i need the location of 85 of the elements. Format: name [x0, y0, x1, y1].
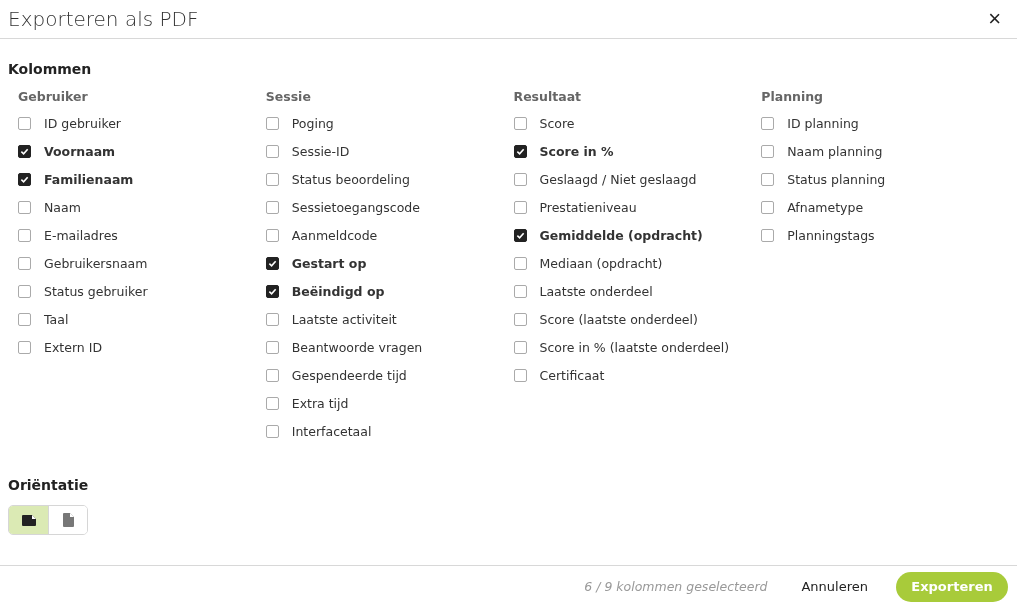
landscape-page-icon — [21, 514, 36, 526]
checkbox-label: Sessietoegangscode — [291, 199, 420, 215]
group-title: Resultaat — [513, 89, 583, 105]
checkbox[interactable] — [265, 200, 279, 214]
checkbox[interactable] — [513, 172, 527, 186]
checkbox[interactable] — [513, 284, 527, 298]
checkbox[interactable] — [18, 284, 31, 298]
checkbox-label: Poging — [291, 115, 334, 131]
checkbox[interactable] — [265, 256, 279, 270]
checkbox-label: Score in % (laatste onderdeel) — [539, 339, 730, 355]
checkbox-label: Status gebruiker — [44, 283, 148, 299]
checkbox[interactable] — [265, 144, 279, 158]
checkbox-label: Beëindigd op — [291, 283, 385, 299]
checkbox-label: Gemiddelde (opdracht) — [539, 227, 703, 243]
checkbox[interactable] — [513, 256, 527, 270]
checkbox[interactable] — [18, 144, 31, 158]
close-button[interactable]: × — [984, 8, 1005, 30]
checkbox[interactable] — [18, 256, 31, 270]
checkbox-label: Gebruikersnaam — [44, 255, 148, 271]
checkbox[interactable] — [265, 172, 279, 186]
checkbox-label: Voornaam — [44, 143, 116, 159]
group-title: Planning — [761, 89, 825, 105]
checkbox[interactable] — [513, 340, 527, 354]
checkbox[interactable] — [18, 172, 31, 186]
group-title: Gebruiker — [18, 89, 89, 105]
checkbox[interactable] — [265, 396, 279, 410]
section-heading: Oriëntatie — [8, 477, 90, 493]
checkbox[interactable] — [265, 340, 279, 354]
checkbox-label: E-mailadres — [44, 227, 118, 243]
checkbox[interactable] — [513, 228, 527, 242]
group-title: Sessie — [265, 89, 312, 105]
checkbox-label: Laatste onderdeel — [539, 283, 653, 299]
cancel-button[interactable]: Annuleren — [795, 578, 874, 595]
checkbox[interactable] — [513, 200, 527, 214]
checkbox-label: Score in % — [539, 143, 614, 159]
checkbox-label: Naam planning — [787, 143, 883, 159]
checkbox-label: Planningstags — [787, 227, 875, 243]
checkbox[interactable] — [761, 200, 775, 214]
checkbox-label: ID gebruiker — [44, 115, 121, 131]
checkbox-label: Status beoordeling — [291, 171, 410, 187]
checkbox-label: Geslaagd / Niet geslaagd — [539, 171, 697, 187]
checkbox[interactable] — [265, 284, 279, 298]
checkbox[interactable] — [761, 116, 775, 130]
checkbox[interactable] — [513, 368, 527, 382]
checkbox[interactable] — [513, 116, 527, 130]
checkbox-label: Status planning — [787, 171, 886, 187]
checkbox[interactable] — [265, 312, 279, 326]
checkbox-label: Prestatieniveau — [539, 199, 637, 215]
checkbox[interactable] — [18, 312, 31, 326]
section-heading: Kolommen — [8, 61, 93, 77]
checkbox-label: Naam — [44, 199, 81, 215]
checkbox[interactable] — [18, 116, 31, 130]
checkbox-label: Aanmeldcode — [291, 227, 378, 243]
checkbox[interactable] — [761, 144, 775, 158]
checkbox-label: Score (laatste onderdeel) — [539, 311, 698, 327]
checkbox-label: Beantwoorde vragen — [291, 339, 423, 355]
checkbox-label: Score — [539, 115, 575, 131]
portrait-page-icon — [62, 513, 74, 527]
checkbox[interactable] — [265, 368, 279, 382]
checkbox[interactable] — [265, 116, 279, 130]
checkbox[interactable] — [18, 228, 31, 242]
checkbox-label: Taal — [44, 311, 69, 327]
orientation-button[interactable] — [9, 506, 48, 534]
checkbox[interactable] — [761, 172, 775, 186]
checkbox[interactable] — [513, 312, 527, 326]
selection-status: 6 / 9 kolommen geselecteerd — [584, 579, 768, 594]
checkbox[interactable] — [265, 424, 279, 438]
checkbox-label: Laatste activiteit — [291, 311, 397, 327]
checkbox-label: Gespendeerde tijd — [291, 367, 407, 383]
checkbox-label: Extern ID — [44, 339, 102, 355]
checkbox[interactable] — [18, 340, 31, 354]
checkbox-label: Sessie-ID — [291, 143, 350, 159]
checkbox-label: Certificaat — [539, 367, 605, 383]
checkbox-label: Afnametype — [787, 199, 864, 215]
checkbox[interactable] — [18, 200, 31, 214]
checkbox[interactable] — [265, 228, 279, 242]
checkbox-label: Interfacetaal — [291, 423, 372, 439]
checkbox[interactable] — [761, 228, 775, 242]
checkbox-label: Gestart op — [291, 255, 367, 271]
dialog-title: Exporteren als PDF — [8, 7, 199, 31]
checkbox-label: Familienaam — [44, 171, 134, 187]
checkbox[interactable] — [513, 144, 527, 158]
checkbox-label: ID planning — [787, 115, 859, 131]
checkbox-label: Mediaan (opdracht) — [539, 255, 663, 271]
checkbox-label: Extra tijd — [291, 395, 349, 411]
